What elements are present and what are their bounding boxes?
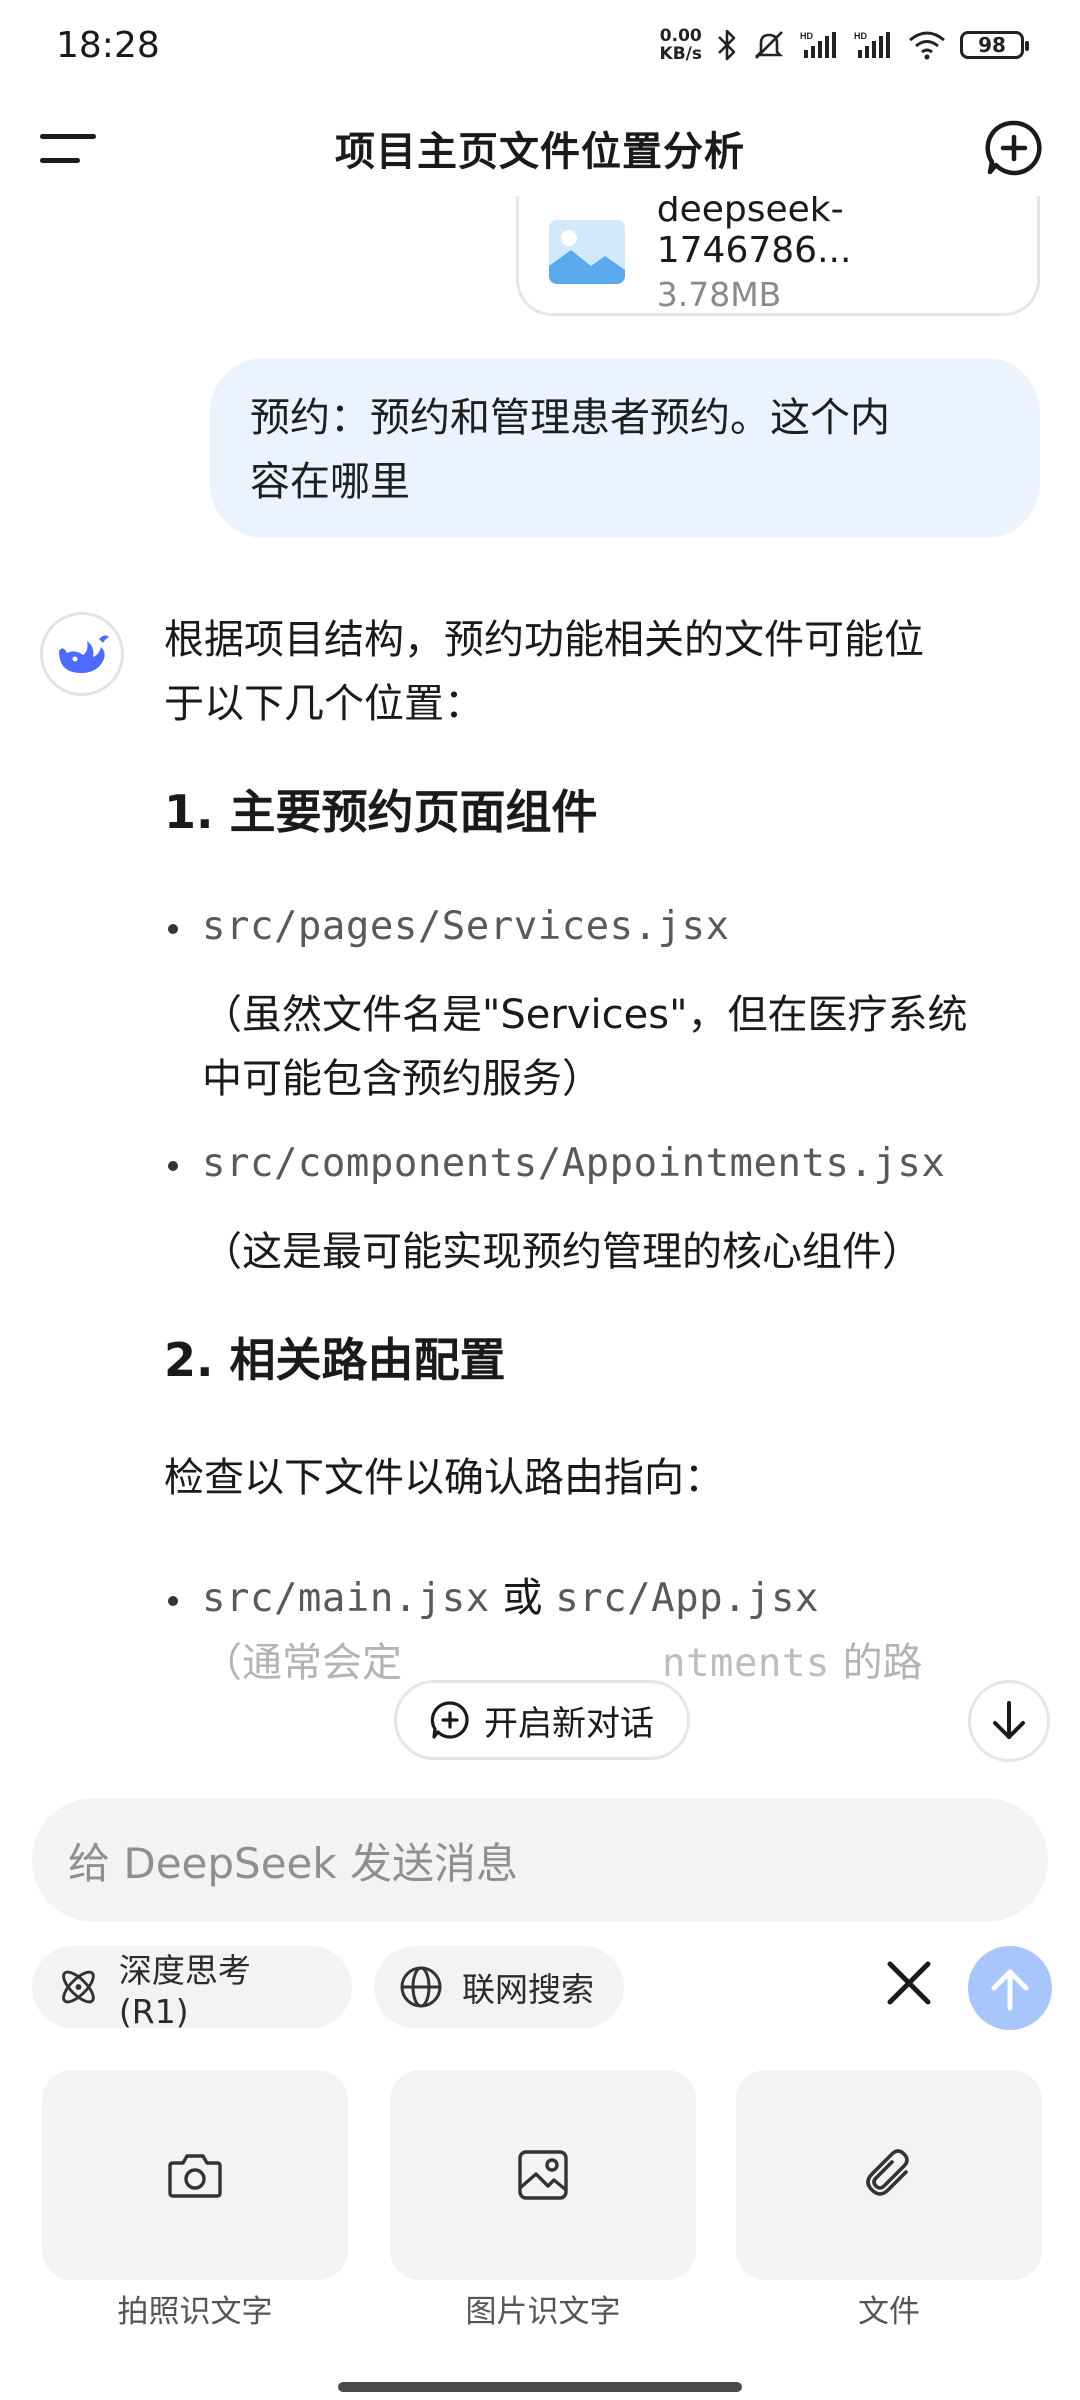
response-intro: 根据项目结构，预约功能相关的文件可能位 于以下几个位置： <box>164 617 924 727</box>
section-text: 检查以下文件以确认路由指向： <box>164 1455 724 1501</box>
arrow-up-icon <box>991 1969 1029 2011</box>
tile-label: 文件 <box>858 2294 920 2330</box>
deep-think-toggle[interactable]: 深度思考 (R1) <box>32 1946 352 2031</box>
tile-label: 拍照识文字 <box>117 2294 273 2330</box>
tile-label: 图片识文字 <box>465 2294 621 2330</box>
signal-2-icon: HD <box>854 31 890 58</box>
list-item-appointments: src/components/Appointments.jsx <box>164 1131 1044 1196</box>
battery-indicator: 98 <box>960 31 1029 59</box>
svg-text:HD: HD <box>854 31 867 41</box>
network-speed: 0.00 KB/s <box>659 26 702 64</box>
camera-icon <box>168 2154 222 2198</box>
section-heading-1: 1. 主要预约页面组件 <box>164 785 598 839</box>
arrow-down-icon <box>993 1701 1025 1739</box>
file-attachment-card[interactable]: deepseek-1746786... 3.78MB <box>516 196 1040 316</box>
bluetooth-icon <box>718 29 736 61</box>
new-chat-button[interactable] <box>984 118 1044 178</box>
user-message-bubble[interactable]: 预约：预约和管理患者预约。这个内 容在哪里 <box>210 358 1040 538</box>
deepseek-avatar <box>40 612 124 696</box>
home-indicator[interactable] <box>338 2382 742 2392</box>
svg-text:HD: HD <box>800 31 813 41</box>
paperclip-icon <box>866 2149 909 2196</box>
scroll-to-bottom-button[interactable] <box>968 1680 1050 1762</box>
input-placeholder: 给 DeepSeek 发送消息 <box>68 1838 519 1888</box>
atom-icon <box>62 1970 95 2004</box>
list-item-note: （虽然文件名是"Services"，但在医疗系统 中可能包含预约服务） <box>202 992 968 1102</box>
ai-response[interactable]: 根据项目结构，预约功能相关的文件可能位 于以下几个位置： 1. 主要预约页面组件… <box>164 608 1044 1696</box>
message-input[interactable]: 给 DeepSeek 发送消息 <box>32 1798 1048 1922</box>
status-time: 18:28 <box>56 24 160 66</box>
wifi-icon <box>909 31 945 60</box>
code-path: src/components/Appointments.jsx <box>202 1141 946 1186</box>
globe-icon <box>400 1966 442 2008</box>
file-info: deepseek-1746786... 3.78MB <box>657 196 1037 314</box>
close-icon <box>887 1961 931 2005</box>
code-path: src/pages/Services.jsx <box>202 904 730 949</box>
app-header: 项目主页文件位置分析 <box>0 100 1080 196</box>
new-chat-icon <box>430 1701 469 1739</box>
status-icons: 0.00 KB/s HD HD 98 <box>659 26 1029 64</box>
deepseek-whale-icon <box>59 635 109 673</box>
section-heading-2: 2. 相关路由配置 <box>164 1333 506 1387</box>
list-item-main-app: src/main.jsx 或 src/App.jsx <box>164 1566 1044 1631</box>
close-attachments-button[interactable] <box>876 1950 942 2016</box>
web-search-toggle[interactable]: 联网搜索 <box>374 1946 624 2028</box>
new-chat-icon <box>985 120 1042 176</box>
chat-area[interactable]: deepseek-1746786... 3.78MB 预约：预约和管理患者预约。… <box>0 196 1080 1756</box>
menu-icon <box>40 134 96 139</box>
list-item-services: src/pages/Services.jsx <box>164 894 1044 959</box>
send-button[interactable] <box>968 1946 1052 2030</box>
menu-button[interactable] <box>40 128 96 168</box>
file-upload-tile[interactable] <box>736 2070 1042 2280</box>
file-name: deepseek-1746786... <box>656 196 852 271</box>
signal-1-icon: HD <box>800 31 836 58</box>
status-bar: 18:28 0.00 KB/s HD HD 98 <box>0 0 1080 90</box>
image-icon <box>518 2150 568 2200</box>
page-title: 项目主页文件位置分析 <box>335 129 745 175</box>
camera-ocr-tile[interactable] <box>42 2070 348 2280</box>
image-file-icon <box>549 219 625 284</box>
file-size: 3.78MB <box>656 275 782 314</box>
image-ocr-tile[interactable] <box>390 2070 696 2280</box>
list-item-note: （这是最可能实现预约管理的核心组件） <box>202 1229 922 1275</box>
mute-bell-icon <box>754 31 784 59</box>
start-new-chat-chip[interactable]: 开启新对话 <box>394 1680 690 1760</box>
